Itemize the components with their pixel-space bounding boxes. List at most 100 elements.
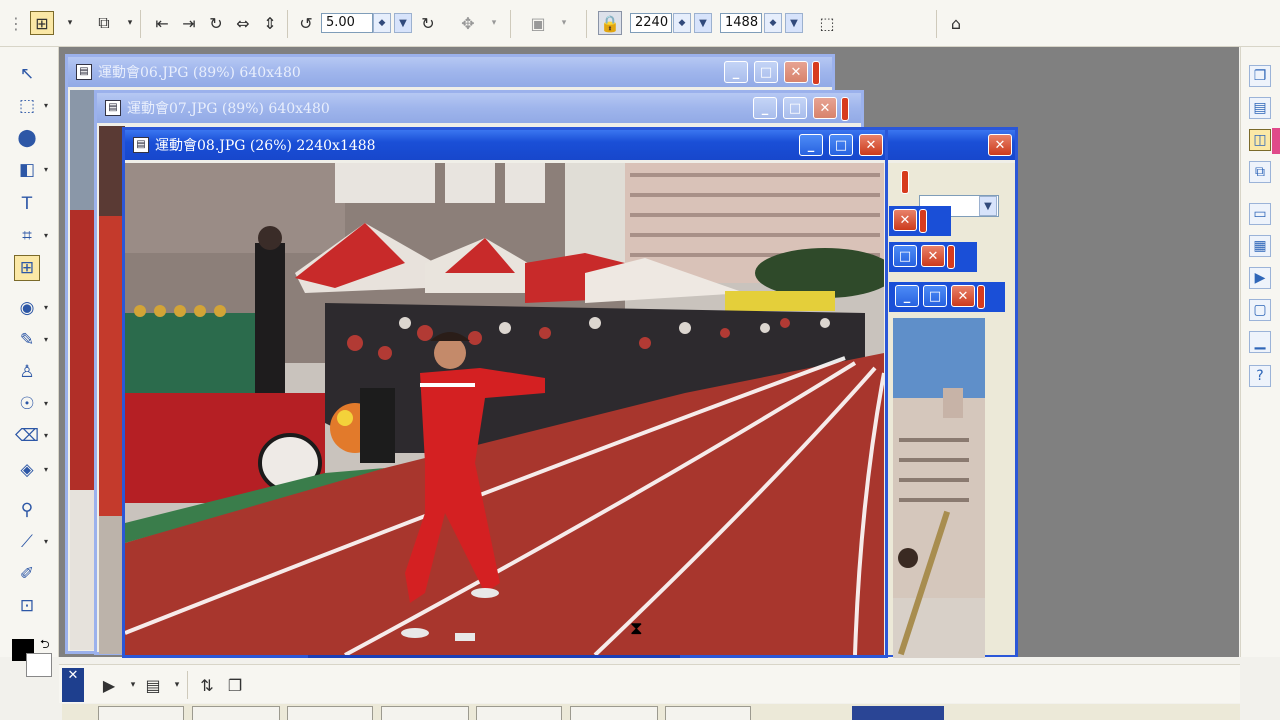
- pick-tool-icon[interactable]: ↖: [14, 61, 40, 87]
- copy-frames-icon[interactable]: ❐: [223, 673, 247, 697]
- width-spinner[interactable]: ◆: [673, 13, 691, 33]
- object-tool-icon[interactable]: ◧: [14, 157, 40, 183]
- maximize-button-icon[interactable]: □: [754, 61, 778, 83]
- maximize-button-icon[interactable]: □: [783, 97, 807, 119]
- minimize-button-icon[interactable]: _: [753, 97, 777, 119]
- play-icon[interactable]: ▶: [1249, 267, 1271, 289]
- close-button-icon[interactable]: ✕: [859, 134, 883, 156]
- close-button-icon[interactable]: ✕: [921, 245, 945, 267]
- close-button-icon[interactable]: ✕: [784, 61, 808, 83]
- bottom-tab[interactable]: [98, 706, 184, 720]
- maximize-button-icon[interactable]: □: [829, 134, 853, 156]
- close-panel-icon[interactable]: ✕: [62, 668, 84, 702]
- eyedropper-tool-icon[interactable]: ⟋: [14, 529, 40, 555]
- swap-colors-icon[interactable]: ⮌: [40, 635, 50, 656]
- titlebar[interactable]: ▤ 運動會07.JPG (89%) 640x480 _ □ ✕: [97, 93, 861, 123]
- close-button-icon[interactable]: ✕: [951, 285, 975, 307]
- top-toolbar: ⋮ ⊞ ▾ ⧉ ▾ ⇤ ⇥ ↻ ⇔ ⇕ ↺ 5.00 ◆ ▼ ↻ ✥ ▾ ▣ ▾…: [0, 0, 1280, 47]
- layers-icon[interactable]: ◫: [1249, 129, 1271, 151]
- maximize-button-icon[interactable]: □: [893, 245, 917, 267]
- rotate-angle-spinner[interactable]: ◆: [373, 13, 391, 33]
- help-icon[interactable]: ?: [1249, 365, 1271, 387]
- minimize-button-icon[interactable]: _: [724, 61, 748, 83]
- minimize-button-icon[interactable]: _: [799, 134, 823, 156]
- perspective-icon[interactable]: ▣: [526, 11, 550, 35]
- minimize-button-icon[interactable]: _: [895, 285, 919, 307]
- distort-dropdown-icon[interactable]: ▾: [482, 11, 506, 35]
- toolbar-grip-icon: ⋮: [8, 13, 24, 33]
- document-window-back[interactable]: ✕ ▼ ✕ □ ✕ _ □ ✕: [880, 127, 1018, 658]
- perspective-dropdown-icon[interactable]: ▾: [552, 11, 576, 35]
- rotate-left-icon[interactable]: ↺: [294, 11, 318, 35]
- document-icon: ▤: [105, 100, 121, 116]
- play-icon[interactable]: ▶: [97, 673, 121, 697]
- shape-tool-icon[interactable]: ⬤: [14, 125, 40, 151]
- width-input[interactable]: 2240: [630, 13, 672, 33]
- apply-transform-icon[interactable]: ⌂: [944, 11, 968, 35]
- bottom-tab[interactable]: [192, 706, 280, 720]
- dropdown-arrow-icon[interactable]: ▼: [979, 196, 997, 216]
- resize-tool-icon[interactable]: ⊡: [14, 593, 40, 619]
- bottom-tab[interactable]: [665, 706, 751, 720]
- fill-tool-icon[interactable]: ◈: [14, 457, 40, 483]
- rotate-angle-dropdown-icon[interactable]: ▼: [394, 13, 412, 33]
- height-spinner[interactable]: ◆: [764, 13, 782, 33]
- batch-dropdown-icon[interactable]: ▾: [165, 673, 189, 697]
- dodge-tool-icon[interactable]: ☉: [14, 391, 40, 417]
- titlebar[interactable]: ▤ 運動會08.JPG (26%) 2240x1488 _ □ ✕: [125, 130, 885, 160]
- zoom-tool-icon[interactable]: ⚲: [14, 497, 40, 523]
- progress-marker: [308, 655, 680, 658]
- close-button-icon[interactable]: ✕: [893, 209, 917, 231]
- document-window-08[interactable]: ▤ 運動會08.JPG (26%) 2240x1488 _ □ ✕ ⧗: [122, 127, 888, 658]
- distort-icon[interactable]: ✥: [456, 11, 480, 35]
- height-dropdown-icon[interactable]: ▼: [785, 13, 803, 33]
- bottom-tab[interactable]: [476, 706, 562, 720]
- batch-icon[interactable]: ▤: [141, 673, 165, 697]
- document-icon: ▤: [133, 137, 149, 153]
- crop-select-tool-icon[interactable]: ⬚: [14, 93, 40, 119]
- width-dropdown-icon[interactable]: ▼: [694, 13, 712, 33]
- lock-aspect-icon[interactable]: 🔒: [598, 11, 622, 35]
- histogram-icon[interactable]: ▁: [1249, 331, 1271, 353]
- transform-tool-icon[interactable]: ⊞: [14, 255, 40, 281]
- clone-tool-icon[interactable]: ♙: [14, 359, 40, 385]
- info-icon[interactable]: ▢: [1249, 299, 1271, 321]
- selection-frame-icon[interactable]: ⬚: [815, 11, 839, 35]
- brush-tool-icon[interactable]: ✎: [14, 327, 40, 353]
- crop-tool-icon[interactable]: ⌗: [14, 223, 40, 249]
- pen-tool-icon[interactable]: ✐: [14, 561, 40, 587]
- sort-icon[interactable]: ⇅: [195, 673, 219, 697]
- flip-vertical-icon[interactable]: ⇥: [177, 11, 201, 35]
- height-input[interactable]: 1488: [720, 13, 762, 33]
- skew-icon[interactable]: ⇔: [231, 11, 255, 35]
- pages-icon[interactable]: ⧉: [1249, 161, 1271, 183]
- copy-icon[interactable]: ❐: [1249, 65, 1271, 87]
- panel-icon[interactable]: ▤: [1249, 97, 1271, 119]
- maximize-button-icon[interactable]: □: [923, 285, 947, 307]
- eraser-tool-icon[interactable]: ⌫: [14, 423, 40, 449]
- close-button-icon[interactable]: ✕: [813, 97, 837, 119]
- rotate-icon[interactable]: ↻: [204, 11, 228, 35]
- transform-mode-dropdown-icon[interactable]: ▾: [58, 11, 82, 35]
- titlebar[interactable]: ▤ 運動會06.JPG (89%) 640x480 _ □ ✕: [68, 57, 832, 87]
- bottom-tab[interactable]: [287, 706, 373, 720]
- bottom-tab[interactable]: [570, 706, 658, 720]
- bottom-tab-selected[interactable]: [852, 706, 944, 720]
- red-eye-tool-icon[interactable]: ◉: [14, 295, 40, 321]
- close-button-icon[interactable]: ✕: [988, 134, 1012, 156]
- background-color-swatch[interactable]: [26, 653, 52, 677]
- straighten-icon[interactable]: ⇕: [258, 11, 282, 35]
- photo-canvas[interactable]: [125, 163, 884, 655]
- rotate-angle-input[interactable]: 5.00: [321, 13, 373, 33]
- text-tool-icon[interactable]: T: [14, 191, 40, 217]
- window-icon[interactable]: ▭: [1249, 203, 1271, 225]
- flip-horizontal-icon[interactable]: ⇤: [150, 11, 174, 35]
- color-icon[interactable]: ▦: [1249, 235, 1271, 257]
- rotate-frame-dropdown-icon[interactable]: ▾: [118, 11, 142, 35]
- rotate-frame-icon[interactable]: ⧉: [92, 11, 116, 35]
- bottom-tab[interactable]: [381, 706, 469, 720]
- titlebar[interactable]: ✕: [883, 130, 1015, 160]
- panel-tab-marker: [1272, 128, 1280, 154]
- rotate-right-icon[interactable]: ↻: [416, 11, 440, 35]
- transform-mode-button[interactable]: ⊞: [30, 11, 54, 35]
